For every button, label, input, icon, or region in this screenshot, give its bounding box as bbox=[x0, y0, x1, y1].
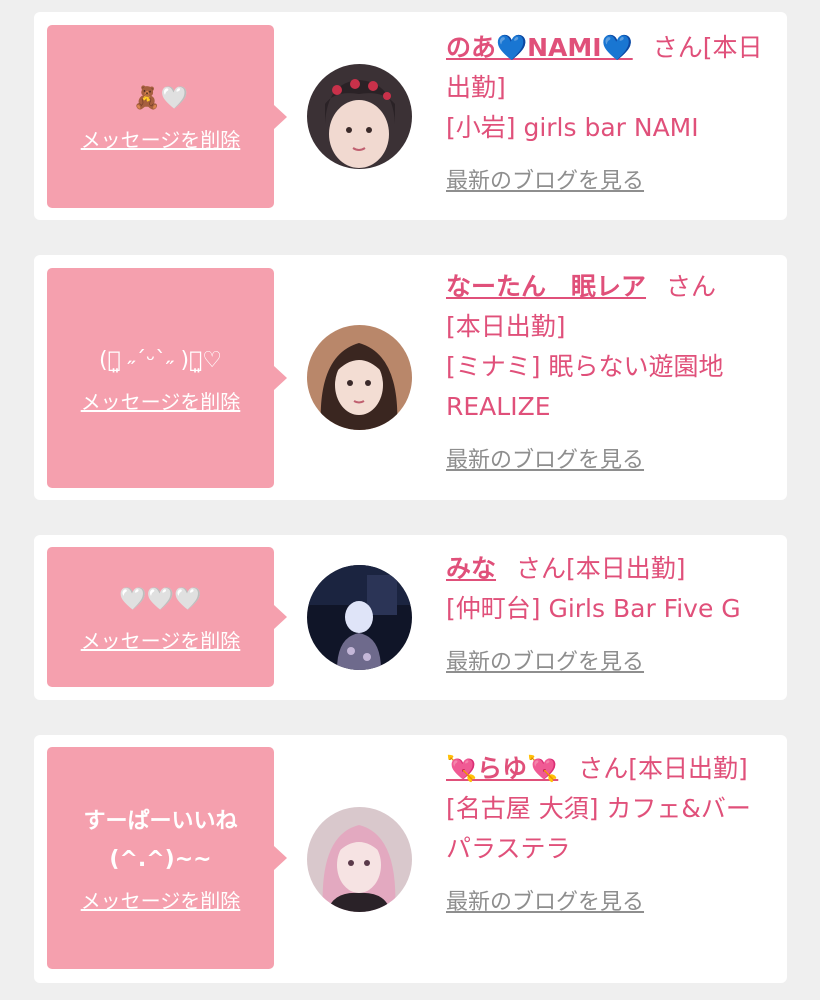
message-card: すーぱーいいね (^.^)~~ メッセージを削除 💘らゆ💘 さん[本日出勤] [名… bbox=[34, 735, 787, 983]
message-card: 🤍🤍🤍 メッセージを削除 みな さん[本日出勤] [仲町台] Girls Bar … bbox=[34, 535, 787, 700]
message-card: 🧸🤍 メッセージを削除 のあ💙NAMI💙 さん[本日出勤] [小岩] girls … bbox=[34, 12, 787, 220]
entry-info: 💘らゆ💘 さん[本日出勤] [名古屋 大須] カフェ&バー パラステラ 最新のブロ… bbox=[446, 749, 776, 923]
cast-name-link[interactable]: のあ💙NAMI💙 bbox=[446, 33, 633, 62]
delete-message-link[interactable]: メッセージを削除 bbox=[81, 885, 241, 914]
entry-info: なーたん 眠レア さん [本日出勤] [ミナミ] 眠らない遊園地REALIZE 最… bbox=[446, 267, 776, 481]
honorific: さん bbox=[652, 33, 703, 62]
view-blog-link[interactable]: 最新のブログを見る bbox=[446, 441, 776, 481]
avatar[interactable] bbox=[307, 325, 412, 430]
view-blog-link[interactable]: 最新のブログを見る bbox=[446, 883, 776, 923]
delete-message-link[interactable]: メッセージを削除 bbox=[81, 386, 241, 415]
cast-name-link[interactable]: 💘らゆ💘 bbox=[446, 754, 558, 783]
shop-name: [名古屋 大須] カフェ&バー パラステラ bbox=[446, 794, 751, 863]
message-bubble: 🤍🤍🤍 メッセージを削除 bbox=[47, 547, 287, 687]
honorific: さん bbox=[578, 754, 629, 783]
message-text: (ྀ͈ ˶ˊᵕˋ˶ )ྀ͈♡ bbox=[98, 347, 223, 373]
avatar[interactable] bbox=[307, 565, 412, 670]
message-bubble: (ྀ͈ ˶ˊᵕˋ˶ )ྀ͈♡ メッセージを削除 bbox=[47, 268, 287, 488]
delete-message-link[interactable]: メッセージを削除 bbox=[81, 625, 241, 654]
avatar[interactable] bbox=[307, 807, 412, 912]
shop-name: [小岩] girls bar NAMI bbox=[446, 113, 699, 142]
message-card: (ྀ͈ ˶ˊᵕˋ˶ )ྀ͈♡ メッセージを削除 なーたん 眠レア さん [本日出勤… bbox=[34, 255, 787, 500]
entry-info: のあ💙NAMI💙 さん[本日出勤] [小岩] girls bar NAMI 最新の… bbox=[446, 28, 776, 202]
entry-info: みな さん[本日出勤] [仲町台] Girls Bar Five G 最新のブログ… bbox=[446, 549, 786, 683]
shop-name: [ミナミ] 眠らない遊園地REALIZE bbox=[446, 352, 724, 421]
honorific: さん bbox=[516, 554, 567, 583]
message-text: 🤍🤍🤍 bbox=[119, 586, 202, 612]
work-status: [本日出勤] bbox=[446, 312, 566, 341]
message-text: すーぱーいいね (^.^)~~ bbox=[83, 808, 238, 872]
message-bubble: 🧸🤍 メッセージを削除 bbox=[47, 25, 287, 208]
view-blog-link[interactable]: 最新のブログを見る bbox=[446, 162, 776, 202]
avatar[interactable] bbox=[307, 64, 412, 169]
work-status: [本日出勤] bbox=[628, 754, 748, 783]
message-bubble: すーぱーいいね (^.^)~~ メッセージを削除 bbox=[47, 747, 287, 969]
cast-name-link[interactable]: なーたん 眠レア bbox=[446, 272, 646, 301]
message-text: 🧸🤍 bbox=[133, 86, 188, 111]
work-status: [本日出勤] bbox=[566, 554, 686, 583]
honorific: さん bbox=[666, 272, 717, 301]
view-blog-link[interactable]: 最新のブログを見る bbox=[446, 643, 786, 683]
shop-name: [仲町台] Girls Bar Five G bbox=[446, 594, 741, 623]
cast-name-link[interactable]: みな bbox=[446, 554, 496, 583]
delete-message-link[interactable]: メッセージを削除 bbox=[81, 124, 241, 153]
